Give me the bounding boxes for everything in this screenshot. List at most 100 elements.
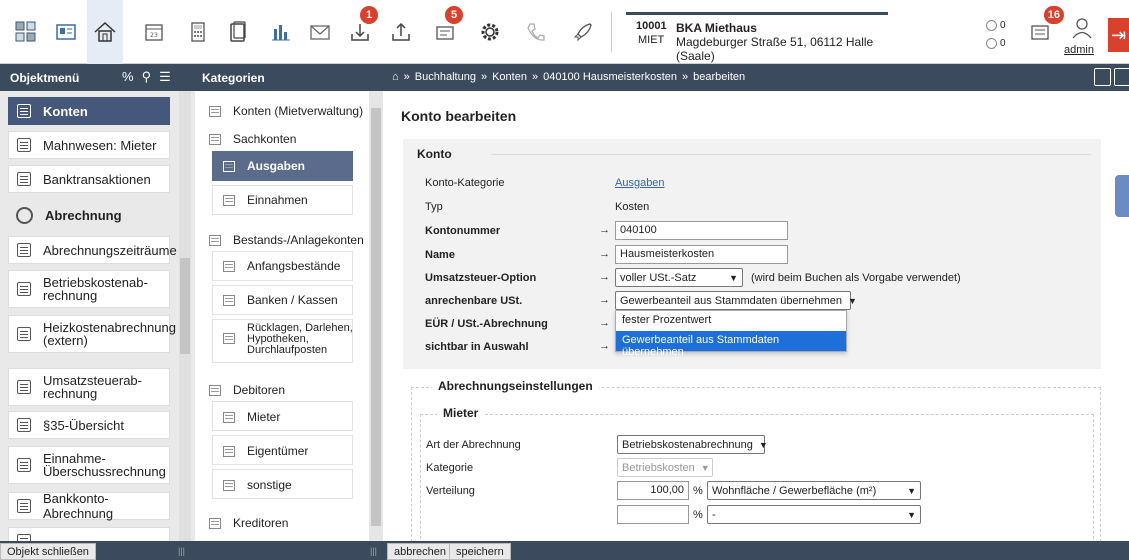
object-address: Magdeburger Straße 51, 06112 Halle (Saal…	[676, 35, 874, 63]
breadcrumb-item[interactable]: 040100 Hausmeisterkosten	[543, 71, 677, 83]
objekt-menu-scrollbar[interactable]	[179, 91, 191, 541]
category-einnahmen[interactable]: Einnahmen	[223, 193, 308, 207]
category-banken-kassen[interactable]: Banken / Kassen	[223, 293, 338, 307]
calculator-icon[interactable]	[180, 10, 216, 54]
current-object-info[interactable]: 10001 MIET BKA Miethaus Magdeburger Stra…	[626, 12, 888, 63]
menu-item-konten[interactable]: Konten	[8, 97, 170, 125]
art-select[interactable]: Betriebskostenabrechnung ▼	[617, 435, 768, 454]
anrechenbar-select[interactable]: Gewerbeanteil aus Stammdaten übernehmen ▼	[615, 291, 857, 310]
home-icon[interactable]: ⌂	[392, 71, 399, 83]
category-anfangsbestaende[interactable]: Anfangsbestände	[223, 259, 340, 273]
scrollbar-thumb[interactable]	[371, 108, 381, 526]
calendar-icon[interactable]: 23	[136, 10, 172, 54]
menu-item-label: Einnahme- Überschussrechnung	[43, 451, 166, 479]
dropdown-option-selected[interactable]: Gewerbeanteil aus Stammdaten übernehmen	[616, 331, 846, 358]
menu-item-einnahme-ueberschuss[interactable]: Einnahme- Überschussrechnung	[8, 446, 170, 484]
notifications-icon[interactable]: 16	[1022, 6, 1064, 54]
object-name: BKA Miethaus	[676, 21, 757, 35]
breadcrumb-item[interactable]: Buchhaltung	[415, 71, 476, 83]
category-sonstige[interactable]: sonstige	[223, 478, 292, 492]
percent-filter-icon[interactable]: %	[122, 69, 134, 85]
category-ruecklagen[interactable]: Rücklagen, Darlehen, Hypotheken, Durchla…	[223, 323, 353, 356]
menu-item-label: Betriebskostenab- rechnung	[43, 275, 148, 303]
download-badge: 1	[360, 6, 378, 24]
verteilung-key-select-1[interactable]: Wohnfläche / Gewerbefläche (m²) ▼	[707, 481, 921, 500]
menu-item-label: Mahnwesen: Mieter	[43, 137, 157, 153]
konto-kategorie-link[interactable]: Ausgaben	[615, 177, 665, 189]
kontonummer-input[interactable]: 040100	[615, 221, 788, 240]
anrechenbar-dropdown: fester Prozentwert Gewerbeanteil aus Sta…	[615, 310, 847, 358]
menu-item-heizkosten[interactable]: Heizkostenabrechnung (extern)	[8, 315, 176, 353]
cancel-button[interactable]: abbrechen	[387, 543, 453, 560]
category-mieter[interactable]: Mieter	[223, 410, 280, 424]
menu-group-abrechnung[interactable]: Abrechnung	[8, 201, 170, 229]
counter-first[interactable]: 0	[986, 20, 1006, 31]
messages-icon[interactable]: 5	[427, 6, 463, 54]
menu-item-banktransaktionen[interactable]: Banktransaktionen	[8, 165, 170, 193]
resize-grip-icon[interactable]: |||	[370, 546, 377, 556]
ust-option-hint: (wird beim Buchen als Vorgabe verwendet)	[751, 272, 961, 284]
rocket-icon[interactable]	[565, 10, 601, 54]
verteilung-key-select-2[interactable]: - ▼	[707, 505, 921, 524]
phone-icon[interactable]	[518, 10, 554, 54]
verteilung-percent-input-2[interactable]	[617, 505, 689, 524]
category-ausgaben[interactable]: Ausgaben	[212, 151, 353, 181]
menu-item-abrechnungszeitraeume[interactable]: Abrechnungszeiträume	[8, 236, 177, 264]
category-eigentuemer[interactable]: Eigentümer	[223, 444, 308, 458]
menu-item-bankkonto-abrechnung[interactable]: Bankkonto-Abrechnung	[8, 491, 170, 521]
category-konten-mietverwaltung[interactable]: Konten (Mietverwaltung)	[209, 104, 363, 118]
resize-grip-icon[interactable]: |||	[178, 546, 185, 556]
breadcrumb-item[interactable]: Konten	[492, 71, 527, 83]
close-object-button[interactable]: Objekt schließen	[0, 543, 96, 560]
category-bestandskonten[interactable]: Bestands-/Anlagekonten	[209, 233, 364, 247]
list-icon	[223, 260, 235, 272]
mail-icon[interactable]	[302, 10, 338, 54]
menu-item-partial[interactable]	[8, 527, 170, 541]
object-type: MIET	[638, 34, 665, 46]
menu-item-mahnwesen[interactable]: Mahnwesen: Mieter	[8, 131, 170, 159]
arrow-icon: →	[599, 294, 610, 306]
user-name-link[interactable]: admin	[1064, 44, 1094, 56]
category-label: Rücklagen, Darlehen, Hypotheken, Durchla…	[247, 322, 353, 356]
upload-icon[interactable]	[383, 10, 419, 54]
notifications-badge: 16	[1043, 6, 1064, 24]
name-input[interactable]: Hausmeisterkosten	[615, 245, 788, 264]
ust-option-select[interactable]: voller USt.-Satz ▼	[615, 268, 743, 287]
category-debitoren[interactable]: Debitoren	[209, 383, 285, 397]
abrechnung-legend: Abrechnungseinstellungen	[432, 379, 599, 393]
download-icon[interactable]: 1	[342, 6, 378, 54]
objektmenu-heading: Objektmenü	[10, 71, 80, 85]
menu-item-paragraph35[interactable]: §35-Übersicht	[8, 411, 170, 439]
menu-item-label: §35-Übersicht	[43, 417, 124, 433]
category-kreditoren[interactable]: Kreditoren	[209, 516, 288, 530]
category-sachkonten[interactable]: Sachkonten	[209, 132, 296, 146]
documents-icon[interactable]	[220, 10, 256, 54]
address-card-icon[interactable]	[48, 10, 84, 54]
menu-item-betriebskosten[interactable]: Betriebskostenab- rechnung	[8, 270, 170, 308]
user-icon[interactable]	[1064, 14, 1100, 42]
verteilung-percent-input-1[interactable]: 100,00	[617, 481, 689, 500]
menu-item-umsatzsteuer[interactable]: Umsatzsteuerab- rechnung	[8, 368, 170, 406]
side-help-tab[interactable]	[1115, 175, 1129, 217]
list-toggle-icon[interactable]: ☰	[159, 69, 171, 85]
layout-columns-icon[interactable]	[1094, 68, 1111, 86]
house-icon[interactable]	[87, 0, 123, 64]
arrow-icon: →	[599, 340, 610, 352]
art-value: Betriebskostenabrechnung	[622, 438, 753, 451]
counter-second[interactable]: 0	[986, 38, 1006, 49]
abrechnung-fieldset: Abrechnungseinstellungen Mieter Art der …	[411, 379, 1101, 541]
kategorien-scrollbar[interactable]	[369, 91, 383, 541]
kategorie-select: Betriebskosten ▼	[617, 458, 713, 477]
menu-item-label: Konten	[43, 103, 88, 119]
logout-icon[interactable]: ⇥	[1108, 18, 1129, 52]
statistics-icon[interactable]	[263, 10, 299, 54]
scrollbar-thumb[interactable]	[180, 258, 190, 354]
save-button[interactable]: speichern	[449, 543, 511, 560]
layout-single-icon[interactable]	[1114, 68, 1129, 86]
dropdown-option[interactable]: fester Prozentwert	[616, 311, 846, 331]
objects-icon[interactable]	[8, 10, 44, 54]
gear-icon[interactable]	[472, 10, 508, 54]
list-icon	[17, 534, 31, 541]
menu-group-label: Abrechnung	[45, 207, 122, 223]
key-filter-icon[interactable]: ⚲	[142, 69, 152, 85]
